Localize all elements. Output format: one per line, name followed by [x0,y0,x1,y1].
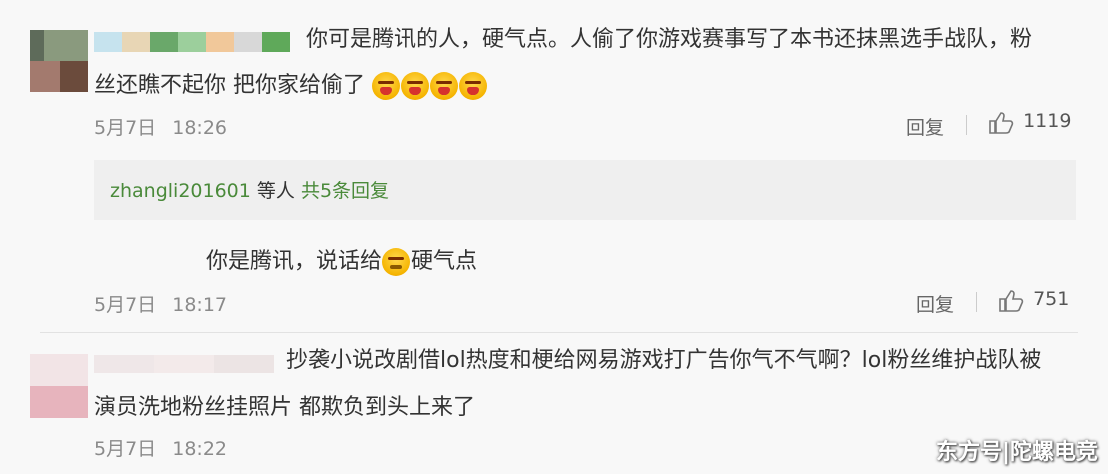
divider [976,292,977,312]
reply-summary-middle: 等人 [250,180,301,202]
like-count: 1119 [1023,110,1072,132]
watermark: 东方号|陀螺电竞 [935,440,1098,465]
comment-date: 5月7日 [94,294,157,316]
comment-time: 18:22 [172,438,227,460]
face-icon [382,248,411,276]
comment-timestamp: 5月7日 18:26 [94,113,227,140]
angry-face-icon [430,72,458,100]
comment-text-before-emoji: 你是腾讯，说话给 [206,249,383,274]
comment-date: 5月7日 [94,117,157,139]
separator [40,332,1078,333]
comment-timestamp: 5月7日 18:22 [94,434,227,461]
like-button[interactable]: 1119 [988,110,1071,138]
comment-text-line2: 丝还瞧不起你 把你家给偷了 [94,73,365,98]
reply-user-link[interactable]: zhangli201601 [110,180,251,202]
like-button[interactable]: 751 [998,288,1069,316]
reply-count-link[interactable]: 共5条回复 [301,180,389,202]
comment-text: 你是腾讯，说话给 硬气点 [206,244,477,280]
avatar[interactable] [30,354,88,418]
comment-text-line2: 演员洗地粉丝挂照片 都欺负到头上来了 [94,395,475,420]
divider [966,115,967,135]
avatar[interactable] [30,30,88,92]
comment-text-line1: 你可是腾讯的人，硬气点。人偷了你游戏赛事写了本书还抹黑选手战队，粉 [306,27,1033,52]
comment-date: 5月7日 [94,438,157,460]
username[interactable] [94,355,274,373]
angry-face-icon [401,72,429,100]
comment-text: 你可是腾讯的人，硬气点。人偷了你游戏赛事写了本书还抹黑选手战队，粉 [306,22,1066,58]
comment-time: 18:17 [172,294,227,316]
reply-button[interactable]: 回复 [906,113,944,140]
comment-time: 18:26 [172,117,227,139]
like-count: 751 [1033,288,1070,310]
comment-timestamp: 5月7日 18:17 [94,290,227,317]
angry-face-icon [372,72,400,100]
replies-summary-box[interactable]: zhangli201601 等人 共5条回复 [94,160,1076,220]
comment-text-after-emoji: 硬气点 [411,249,478,274]
angry-face-icon [459,72,487,100]
thumbs-up-icon [989,111,1014,134]
comment-text-line1: 抄袭小说改剧借lol热度和梗给网易游戏打广告你气不气啊？lol粉丝维护战队被 [286,348,1042,373]
thumbs-up-icon [999,289,1024,312]
reply-button[interactable]: 回复 [916,290,954,317]
comment-text-line2-row: 丝还瞧不起你 把你家给偷了 [94,68,488,104]
username[interactable] [94,32,304,52]
